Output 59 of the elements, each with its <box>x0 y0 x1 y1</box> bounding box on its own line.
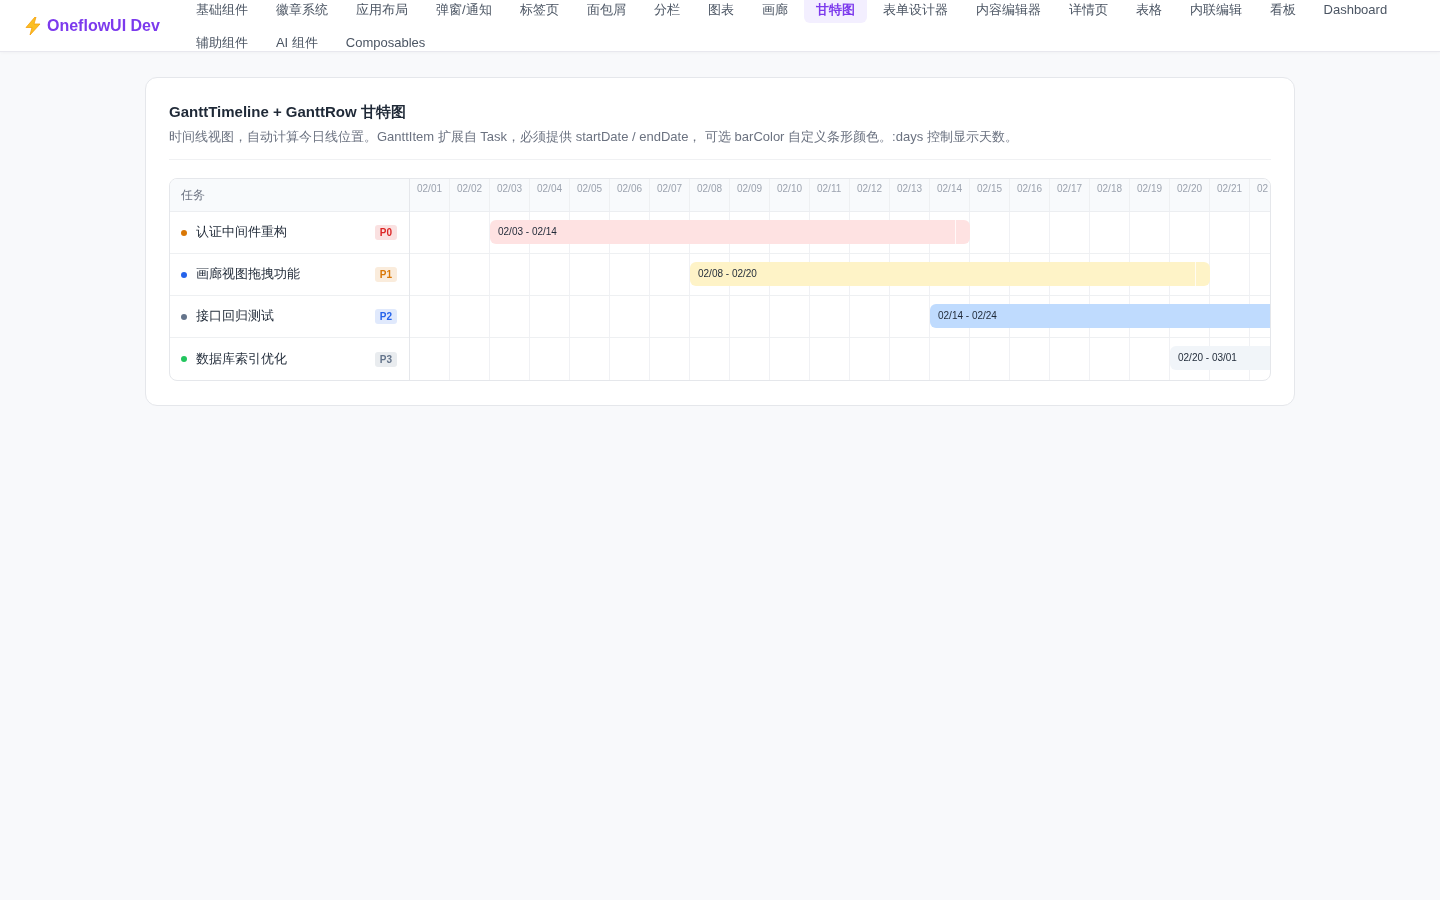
priority-badge: P3 <box>374 351 397 367</box>
nav-tab[interactable]: 图表 <box>695 0 746 23</box>
nav-tab[interactable]: 徽章系统 <box>263 0 340 23</box>
nav-tab[interactable]: Dashboard <box>1311 0 1400 23</box>
date-header: 02/12 <box>850 179 890 211</box>
date-header: 02/02 <box>450 179 490 211</box>
nav-tab[interactable]: 基础组件 <box>183 0 260 23</box>
nav-tab[interactable]: 标签页 <box>507 0 571 23</box>
task-name: 接口回归测试 <box>196 308 275 325</box>
nav-tab[interactable]: 辅助组件 <box>183 33 260 56</box>
date-header: 02/15 <box>970 179 1010 211</box>
nav-tab[interactable]: 面包屑 <box>574 0 638 23</box>
priority-badge: P0 <box>374 225 397 240</box>
nav-tab[interactable]: 表单设计器 <box>870 0 960 23</box>
nav-tab[interactable]: 画廊 <box>749 0 800 23</box>
date-header: 02/18 <box>1090 179 1130 211</box>
date-header: 02/14 <box>930 179 970 211</box>
gantt-bar[interactable]: 02/03 - 02/14 <box>490 220 970 244</box>
nav-tab[interactable]: 内容编辑器 <box>963 0 1053 23</box>
date-header: 02/03 <box>490 179 530 211</box>
date-header: 02/06 <box>610 179 650 211</box>
date-header: 02/09 <box>730 179 770 211</box>
task-name: 画廊视图拖拽功能 <box>196 266 301 283</box>
date-header: 02/04 <box>530 179 570 211</box>
nav-tab[interactable]: AI 组件 <box>263 33 330 56</box>
nav-tab[interactable]: 表格 <box>1123 0 1174 23</box>
nav-tab[interactable]: Composables <box>333 33 438 56</box>
card-title: GanttTimeline + GanttRow 甘特图 <box>169 102 407 122</box>
date-header: 02/07 <box>650 179 690 211</box>
priority-badge: P1 <box>374 267 397 282</box>
gantt-bar[interactable]: 02/20 - 03/01 <box>1170 346 1270 370</box>
gantt-bar[interactable]: 02/08 - 02/20 <box>690 262 1210 286</box>
nav-tab[interactable]: 应用布局 <box>343 0 420 23</box>
date-header: 02/19 <box>1130 179 1170 211</box>
date-header: 02/10 <box>770 179 810 211</box>
date-header: 02/17 <box>1050 179 1090 211</box>
card-description: 时间线视图，自动计算今日线位置。GanttItem 扩展自 Task，必须提供 startDate / endDate， 可选 barColor 自定义条形颜色。:days 控制显示天数。 <box>169 128 1019 146</box>
priority-badge: P2 <box>374 309 397 324</box>
nav-tab[interactable]: 详情页 <box>1056 0 1120 23</box>
date-header: 02/21 <box>1210 179 1250 211</box>
task-name: 数据库索引优化 <box>196 350 288 368</box>
nav-tab[interactable]: 内联编辑 <box>1177 0 1254 23</box>
task-name: 认证中间件重构 <box>196 224 288 241</box>
date-header: 02/16 <box>1010 179 1050 211</box>
lightning-icon <box>25 16 41 35</box>
date-header: 02/08 <box>690 179 730 211</box>
date-header: 02/01 <box>410 179 450 211</box>
gantt-bar[interactable]: 02/14 - 02/24 <box>930 304 1270 328</box>
column-header: 任务 <box>170 179 409 212</box>
app-title: OneflowUI Dev <box>47 16 160 35</box>
date-header: 02/20 <box>1170 179 1210 211</box>
date-header: 02 <box>1256 182 1270 196</box>
nav-tab[interactable]: 甘特图 <box>803 0 867 23</box>
nav-tab[interactable]: 弹窗/通知 <box>423 0 504 23</box>
date-header: 02/13 <box>890 179 930 211</box>
nav-tab[interactable]: 分栏 <box>641 0 692 23</box>
date-header: 02/11 <box>810 179 850 211</box>
nav-tab[interactable]: 看板 <box>1257 0 1308 23</box>
date-header: 02/05 <box>570 179 610 211</box>
